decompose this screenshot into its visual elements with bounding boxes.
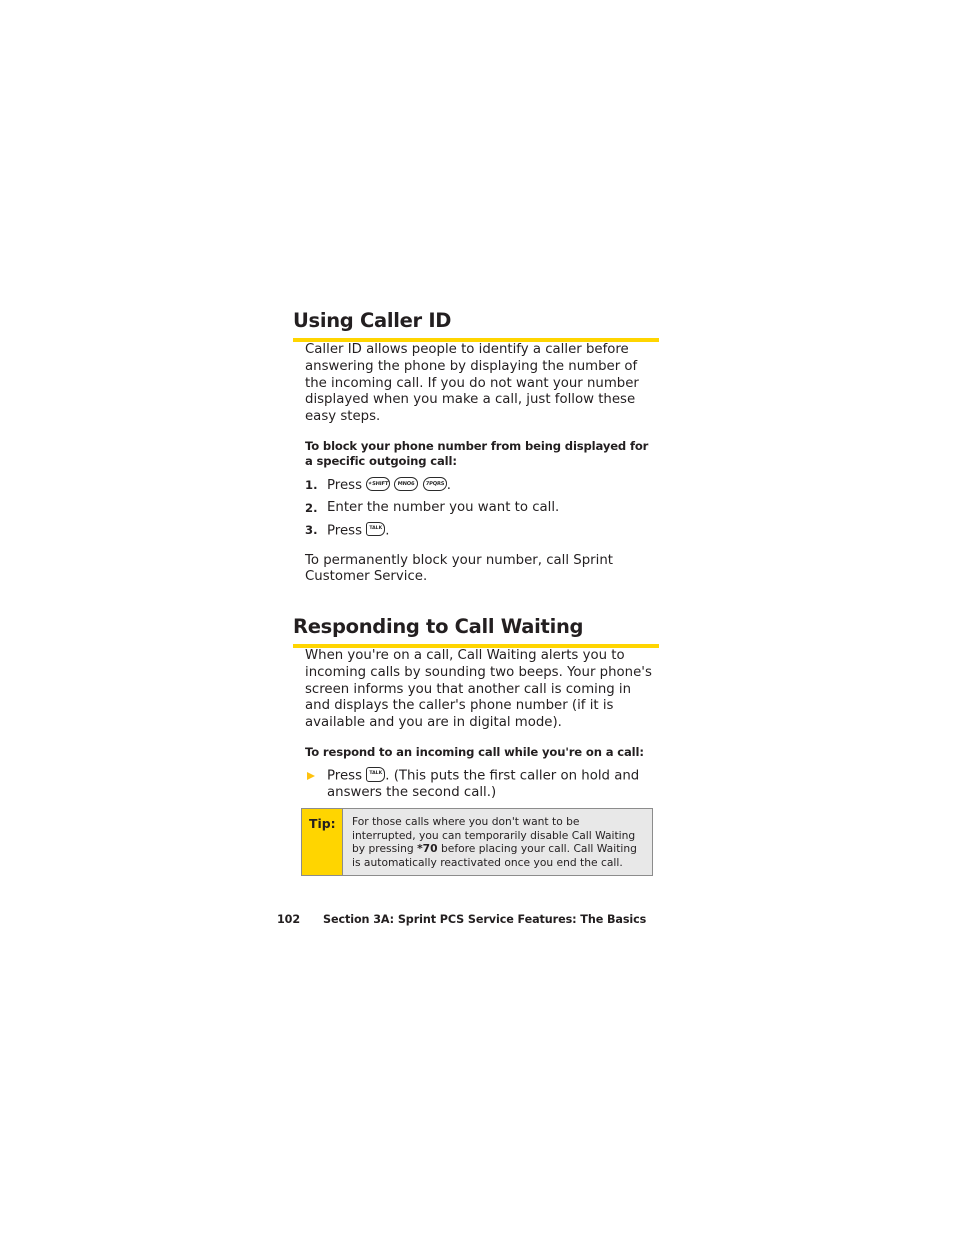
list-item: 3. Press TALK. <box>293 521 659 540</box>
footer-section-label: Section 3A: Sprint PCS Service Features:… <box>323 913 647 926</box>
tip-label: Tip: <box>302 809 343 875</box>
section-heading-wrapper: Responding to Call Waiting <box>293 614 659 649</box>
tip-box: Tip: For those calls where you don't wan… <box>301 808 653 876</box>
list-item: 1. Press ✶SHIFT MNO6 7PQRS. <box>293 477 659 494</box>
lead-in-block-number: To block your phone number from being di… <box>305 439 649 469</box>
steps-list-block-number: 1. Press ✶SHIFT MNO6 7PQRS. 2. Enter the… <box>293 477 659 539</box>
step-text: Press <box>327 478 362 494</box>
page-footer: 102 Section 3A: Sprint PCS Service Featur… <box>277 913 646 926</box>
talk-key-icon: TALK <box>366 521 386 537</box>
tip-emphasis: *70 <box>417 842 438 856</box>
bullet-list-respond-incoming: Press TALK. (This puts the first caller … <box>293 767 659 802</box>
star-shift-key-icon: ✶SHIFT <box>365 477 391 492</box>
step-text: Press <box>327 523 362 539</box>
section-heading-using-caller-id: Using Caller ID <box>293 309 452 332</box>
lead-in-respond-incoming: To respond to an incoming call while you… <box>305 745 644 760</box>
intro-paragraph: Caller ID allows people to identify a ca… <box>305 342 639 424</box>
section-body-using-caller-id: Caller ID allows people to identify a ca… <box>305 342 659 469</box>
step-number: 1. <box>305 478 318 493</box>
section-heading-responding-to-call-waiting: Responding to Call Waiting <box>293 614 584 638</box>
section-body-call-waiting: When you're on a call, Call Waiting aler… <box>305 648 659 760</box>
page-content: Using Caller ID Caller ID allows people … <box>293 310 659 856</box>
manual-page: Using Caller ID Caller ID allows people … <box>0 0 954 1235</box>
seven-pqrs-key-icon: 7PQRS <box>422 477 448 492</box>
step-text: Enter the number you want to call. <box>327 499 560 515</box>
step-number: 3. <box>305 522 318 537</box>
intro-paragraph: When you're on a call, Call Waiting aler… <box>305 648 652 730</box>
page-number: 102 <box>277 913 301 926</box>
list-item: Press TALK. (This puts the first caller … <box>293 767 659 802</box>
list-item: 2. Enter the number you want to call. <box>293 500 659 517</box>
bullet-text: Press <box>327 768 362 784</box>
tip-body: For those calls where you don't want to … <box>343 809 652 875</box>
six-mno-key-icon: MNO6 <box>393 477 419 492</box>
closing-paragraph: To permanently block your number, call S… <box>305 552 613 585</box>
step-number: 2. <box>305 500 318 515</box>
step-text-suffix: . <box>446 478 451 494</box>
talk-key-icon: TALK <box>366 767 386 782</box>
arrow-bullet-icon <box>307 772 315 781</box>
closing-wrapper: To permanently block your number, call S… <box>305 553 659 586</box>
step-text-suffix: . <box>385 523 390 539</box>
